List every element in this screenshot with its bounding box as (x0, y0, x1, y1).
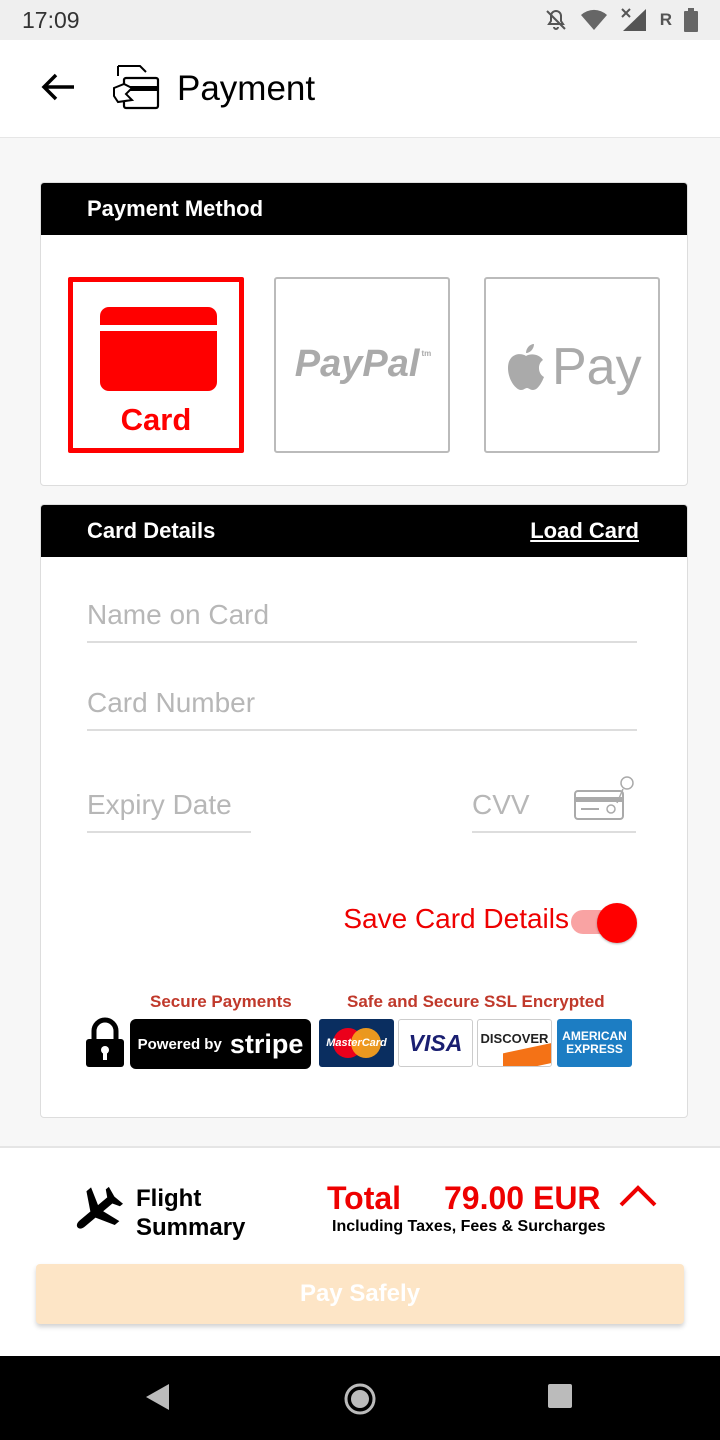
total-label: Total (327, 1180, 402, 1216)
stripe-logo-text: stripe (229, 1028, 304, 1059)
back-arrow-icon (41, 73, 74, 101)
apple-pay-text: Pay (552, 338, 642, 396)
secure-payments-label: Secure Payments (150, 992, 292, 1011)
payment-method-heading: Payment Method (87, 196, 264, 221)
stripe-powered-text: Powered by (137, 1035, 222, 1053)
flight-summary-link[interactable]: Flight Summary (136, 1184, 245, 1242)
app-bar: Payment (0, 40, 720, 138)
mute-icon (546, 9, 566, 30)
flight-summary-line2: Summary (136, 1214, 246, 1241)
save-card-row: Save Card Details (41, 900, 641, 944)
nav-home-icon[interactable] (343, 1382, 377, 1416)
card-details-header: Card Details Load Card (41, 505, 687, 557)
save-card-toggle[interactable] (571, 903, 637, 943)
chevron-up-icon[interactable] (618, 1184, 658, 1208)
status-time: 17:09 (22, 7, 80, 33)
payment-method-section: Payment Method Card PayPal tm Pay (40, 182, 688, 486)
apple-pay-method-option[interactable]: Pay (484, 277, 660, 453)
total-amount: 79.00 EUR (444, 1180, 601, 1216)
card-method-label: Card (120, 402, 192, 437)
apple-pay-logo: Pay (504, 337, 642, 397)
nav-back-icon[interactable] (143, 1382, 173, 1412)
back-button[interactable] (30, 62, 86, 112)
name-on-card-field[interactable]: Name on Card (87, 585, 637, 643)
lock-icon (86, 1017, 124, 1067)
card-method-option[interactable]: Card (68, 277, 244, 453)
card-number-placeholder: Card Number (87, 687, 256, 718)
flight-summary-line1: Flight (136, 1185, 202, 1212)
payment-trust-badges: Secure Payments Safe and Secure SSL Encr… (81, 992, 641, 1075)
paypal-logo: PayPal tm (276, 343, 448, 386)
load-card-link[interactable]: Load Card (530, 518, 639, 544)
payment-hand-card-icon (113, 65, 160, 110)
amex-line1: AMERICAN (562, 1029, 627, 1043)
card-number-field[interactable]: Card Number (87, 673, 637, 731)
system-nav-bar (0, 1356, 720, 1440)
ssl-label: Safe and Secure SSL Encrypted (347, 992, 605, 1011)
powered-by-stripe-badge: Powered by stripe (130, 1019, 311, 1069)
status-bar: 17:09 R (0, 0, 720, 40)
status-icons: R (544, 6, 698, 34)
card-details-section: Card Details Load Card Name on Card Card… (40, 504, 688, 1118)
credit-card-icon (100, 307, 217, 391)
name-on-card-placeholder: Name on Card (87, 599, 270, 630)
amex-line2: EXPRESS (566, 1042, 623, 1056)
save-card-label: Save Card Details (343, 903, 569, 934)
page-title: Payment (177, 69, 316, 108)
battery-icon (684, 8, 698, 32)
apple-icon (508, 344, 544, 390)
mastercard-logo: MasterCard (319, 1019, 394, 1067)
mastercard-text: MasterCard (326, 1037, 387, 1049)
total-subtext: Including Taxes, Fees & Surcharges (332, 1218, 606, 1235)
pay-safely-button[interactable]: Pay Safely (36, 1264, 684, 1324)
expiry-date-field[interactable]: Expiry Date (87, 775, 251, 833)
payment-method-header: Payment Method (41, 183, 687, 235)
flight-summary-panel: Flight Summary Total 79.00 EUR Including… (0, 1146, 720, 1356)
amex-logo: AMERICAN EXPRESS (557, 1019, 632, 1067)
paypal-tm: tm (421, 349, 432, 358)
visa-logo: VISA (398, 1019, 473, 1067)
roaming-indicator: R (659, 10, 672, 29)
nav-recents-icon[interactable] (546, 1382, 574, 1410)
wifi-icon (580, 9, 607, 30)
signal-icon (621, 8, 646, 31)
paypal-method-option[interactable]: PayPal tm (274, 277, 450, 453)
discover-text: DISCOVER (480, 1030, 549, 1046)
expiry-date-placeholder: Expiry Date (87, 789, 232, 820)
visa-text: VISA (408, 1029, 463, 1056)
airplane-icon (76, 1186, 123, 1229)
paypal-logo-text: PayPal (294, 343, 420, 385)
cvv-placeholder: CVV (472, 789, 530, 820)
toggle-knob (597, 903, 637, 943)
card-details-heading: Card Details (87, 518, 216, 543)
payment-method-options: Card PayPal tm Pay (41, 235, 687, 485)
discover-logo: DISCOVER (477, 1019, 552, 1067)
cvv-card-icon (574, 776, 634, 820)
